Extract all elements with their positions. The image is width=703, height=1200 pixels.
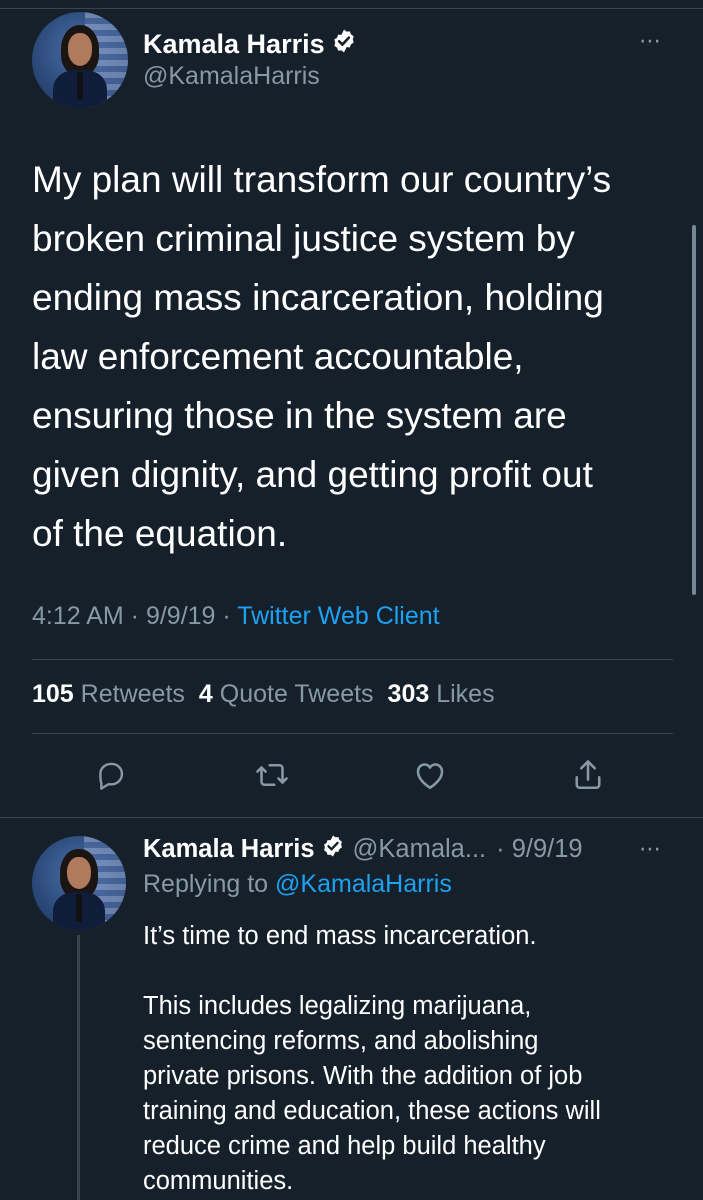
- tweet-text-line: given dignity, and getting profit out: [32, 454, 593, 495]
- author-name[interactable]: Kamala Harris: [143, 29, 325, 60]
- reply-text-line: training and education, these actions wi…: [143, 1097, 601, 1125]
- share-button[interactable]: [568, 755, 608, 795]
- share-icon: [575, 760, 601, 790]
- tweet-text-line: of the equation.: [32, 513, 288, 554]
- reply-more-options-icon[interactable]: ⋯: [639, 838, 662, 860]
- author-handle[interactable]: @KamalaHarris: [143, 62, 320, 91]
- tweet-time[interactable]: 4:12 AM: [32, 602, 124, 630]
- more-options-icon[interactable]: ⋯: [639, 30, 662, 52]
- reply-text-line: This includes legalizing marijuana,: [143, 992, 532, 1020]
- section-divider: [0, 817, 703, 818]
- tweet-detail-screen: Kamala Harris @KamalaHarris ⋯ My plan wi…: [0, 0, 703, 1200]
- author-name-row: Kamala Harris: [143, 28, 357, 61]
- quote-tweets-stat[interactable]: 4 Quote Tweets: [199, 680, 374, 708]
- meta-divider: [32, 659, 673, 660]
- replying-to-mention[interactable]: @KamalaHarris: [275, 870, 452, 898]
- likes-stat[interactable]: 303 Likes: [388, 680, 495, 708]
- reply-header: Kamala Harris @Kamala... · 9/9/19: [143, 834, 583, 865]
- reply-text-line: communities.: [143, 1167, 294, 1195]
- scrollbar[interactable]: [692, 225, 696, 595]
- reply-author-avatar[interactable]: [32, 836, 126, 930]
- reply-text-line: reduce crime and help build healthy: [143, 1132, 546, 1160]
- reply-date[interactable]: · 9/9/19: [496, 835, 582, 864]
- reply-button[interactable]: [91, 755, 131, 795]
- retweets-stat[interactable]: 105 Retweets: [32, 680, 185, 708]
- like-icon: [416, 763, 444, 790]
- reply-author-name[interactable]: Kamala Harris: [143, 835, 315, 864]
- reply-author-handle[interactable]: @Kamala...: [353, 835, 487, 864]
- top-divider: [0, 8, 703, 9]
- tweet-text-line: My plan will transform our country’s: [32, 159, 612, 200]
- tweet-date[interactable]: 9/9/19: [146, 602, 216, 630]
- reply-text-line: private prisons. With the addition of jo…: [143, 1062, 583, 1090]
- tweet-text: My plan will transform our country’s bro…: [32, 150, 682, 563]
- reply-paragraph: It’s time to end mass incarceration.: [143, 922, 537, 950]
- retweet-button[interactable]: [252, 755, 292, 795]
- tweet-text-line: ending mass incarceration, holding: [32, 277, 604, 318]
- reply-text-line: sentencing reforms, and abolishing: [143, 1027, 539, 1055]
- thread-connector-line: [77, 935, 80, 1200]
- replying-to: Replying to @KamalaHarris: [143, 870, 452, 898]
- retweet-icon: [256, 763, 288, 787]
- reply-text: It’s time to end mass incarceration. Thi…: [143, 919, 683, 1199]
- tweet-meta: 4:12 AM · 9/9/19 · Twitter Web Client: [32, 602, 440, 630]
- tweet-text-line: broken criminal justice system by: [32, 218, 575, 259]
- tweet-stats: 105 Retweets 4 Quote Tweets 303 Likes: [32, 680, 495, 709]
- author-avatar[interactable]: [32, 12, 128, 108]
- tweet-text-line: ensuring those in the system are: [32, 395, 567, 436]
- like-button[interactable]: [410, 755, 450, 795]
- reply-icon: [99, 762, 124, 790]
- tweet-client-link[interactable]: Twitter Web Client: [237, 602, 439, 630]
- tweet-text-line: law enforcement accountable,: [32, 336, 524, 377]
- verified-badge-icon: [331, 28, 357, 61]
- verified-badge-icon: [321, 834, 345, 865]
- stats-divider: [32, 733, 673, 734]
